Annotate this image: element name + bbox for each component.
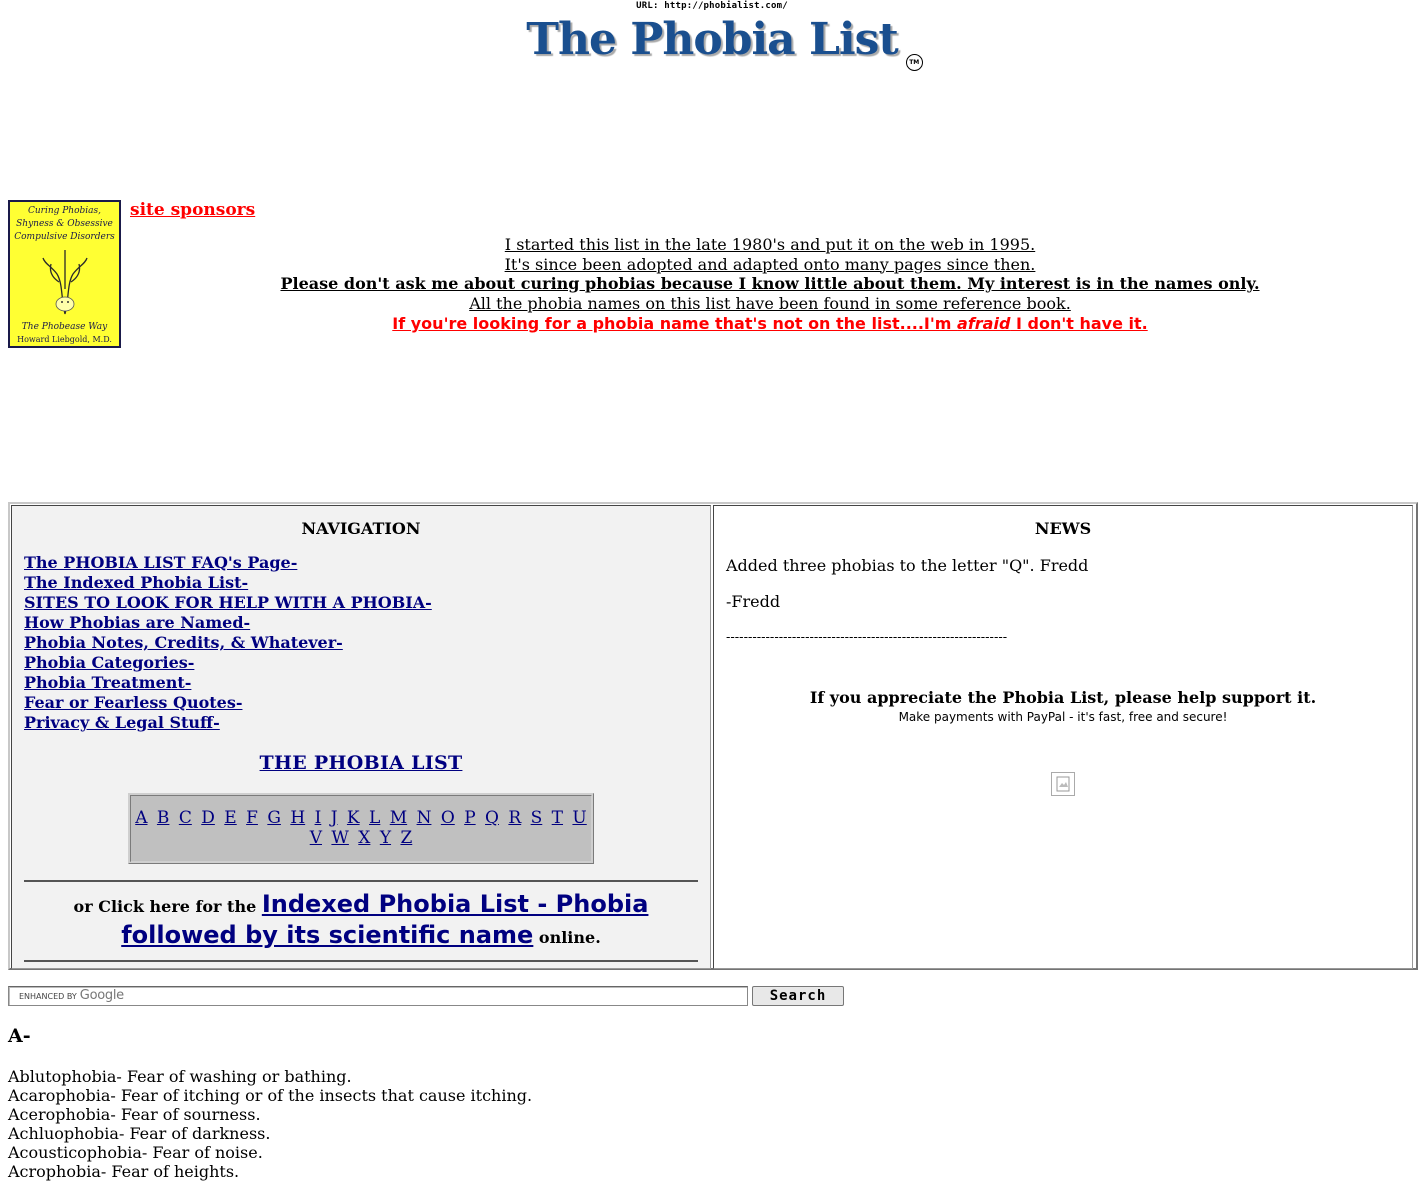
alphabet-link-p[interactable]: P: [464, 808, 475, 828]
alphabet-link-t[interactable]: T: [552, 808, 563, 828]
navigation-panel: NAVIGATION The PHOBIA LIST FAQ's Page- T…: [11, 505, 711, 969]
phobia-entry: Acousticophobia- Fear of noise.: [8, 1143, 263, 1162]
sponsor-book-ad[interactable]: Curing Phobias, Shyness & Obsessive Comp…: [8, 200, 121, 348]
alphabet-links: A B C D E F G H I J K L M N O P Q R S T …: [131, 798, 591, 859]
news-title: NEWS: [1034, 519, 1092, 538]
support-subtitle: Make payments with PayPal - it's fast, f…: [898, 710, 1228, 724]
phobia-entries: Ablutophobia- Fear of washing or bathing…: [8, 1067, 532, 1181]
alphabet-link-k[interactable]: K: [347, 808, 360, 828]
phobia-list-heading: THE PHOBIA LIST: [24, 752, 698, 774]
news-signature: -Fredd: [726, 592, 781, 611]
phobia-entry: Achluophobia- Fear of darkness.: [8, 1124, 271, 1143]
nav-link-notes-credits[interactable]: Phobia Notes, Credits, & Whatever-: [24, 633, 698, 653]
alphabet-link-a[interactable]: A: [135, 808, 147, 828]
support-title: If you appreciate the Phobia List, pleas…: [809, 688, 1317, 707]
intro-line-1: I started this list in the late 1980's a…: [504, 235, 1036, 254]
indexed-prefix: or Click here for the: [73, 897, 262, 916]
phobia-entry: Acrophobia- Fear of heights.: [8, 1162, 240, 1181]
phobia-entry: Acarophobia- Fear of itching or of the i…: [8, 1086, 533, 1105]
alphabet-link-e[interactable]: E: [224, 808, 236, 828]
site-logo: The Phobia List TM: [526, 14, 923, 71]
nav-link-privacy-legal[interactable]: Privacy & Legal Stuff-: [24, 713, 698, 733]
alphabet-link-q[interactable]: Q: [485, 808, 499, 828]
header: The Phobia List TM: [0, 14, 1424, 71]
intro-line-5-emphasis: afraid: [957, 314, 1011, 333]
alphabet-link-g[interactable]: G: [267, 808, 281, 828]
book-author: Howard Liebgold, M.D.: [17, 335, 112, 344]
intro-line-5-b: I don't have it.: [1010, 314, 1148, 333]
navigation-links: The PHOBIA LIST FAQ's Page- The Indexed …: [24, 553, 698, 733]
alphabet-link-r[interactable]: R: [508, 808, 521, 828]
broken-image-icon: [1056, 776, 1070, 792]
intro-text: I started this list in the late 1980's a…: [130, 235, 1410, 334]
book-subtitle: The Phobease Way: [21, 322, 108, 332]
book-title: Curing Phobias, Shyness & Obsessive Comp…: [14, 206, 115, 242]
intro-line-5-a: If you're looking for a phobia name that…: [392, 314, 958, 333]
alphabet-link-u[interactable]: U: [572, 808, 586, 828]
alphabet-link-w[interactable]: W: [331, 828, 348, 848]
news-item: Added three phobias to the letter "Q". F…: [726, 556, 1089, 575]
nav-link-help-sites[interactable]: SITES TO LOOK FOR HELP WITH A PHOBIA-: [24, 593, 698, 613]
search-input[interactable]: ENHANCED BY Google: [8, 985, 748, 1006]
intro-line-3: Please don't ask me about curing phobias…: [280, 274, 1260, 293]
nav-link-quotes[interactable]: Fear or Fearless Quotes-: [24, 693, 698, 713]
navigation-title: NAVIGATION: [301, 519, 421, 538]
divider: [24, 960, 698, 962]
google-search-form: ENHANCED BY Google Search: [8, 985, 844, 1006]
alphabet-link-b[interactable]: B: [157, 808, 170, 828]
site-sponsors-link[interactable]: site sponsors: [130, 200, 255, 220]
alphabet-link-o[interactable]: O: [441, 808, 455, 828]
intro-line-2: It's since been adopted and adapted onto…: [504, 254, 1036, 274]
main-table: NAVIGATION The PHOBIA LIST FAQ's Page- T…: [8, 502, 1418, 970]
alphabet-link-l[interactable]: L: [369, 808, 380, 828]
intro-line-4: All the phobia names on this list have b…: [469, 293, 1071, 313]
alphabet-link-d[interactable]: D: [201, 808, 215, 828]
intro-line-5: If you're looking for a phobia name that…: [130, 314, 1410, 334]
news-divider: ----------------------------------------…: [726, 630, 1008, 645]
alphabet-box: A B C D E F G H I J K L M N O P Q R S T …: [128, 793, 594, 864]
trademark-badge: TM: [905, 54, 923, 71]
alphabet-link-n[interactable]: N: [417, 808, 432, 828]
nav-link-categories[interactable]: Phobia Categories-: [24, 653, 698, 673]
url-text: URL: http://phobialist.com/: [636, 1, 788, 11]
logo-text: The Phobia List: [526, 14, 899, 65]
nav-link-indexed-list[interactable]: The Indexed Phobia List-: [24, 573, 698, 593]
alphabet-link-y[interactable]: Y: [380, 828, 391, 848]
nav-link-faq[interactable]: The PHOBIA LIST FAQ's Page-: [24, 553, 698, 573]
alphabet-link-z[interactable]: Z: [400, 828, 412, 848]
alphabet-link-j[interactable]: J: [331, 808, 338, 828]
paypal-donate-image-icon[interactable]: [1051, 772, 1075, 796]
alphabet-link-s[interactable]: S: [531, 808, 543, 828]
alphabet-link-x[interactable]: X: [358, 828, 370, 848]
letter-heading: A-: [8, 1025, 31, 1047]
search-placeholder-prefix: ENHANCED BY: [19, 991, 77, 1001]
divider: [24, 880, 698, 882]
phobia-entry: Acerophobia- Fear of sourness.: [8, 1105, 261, 1124]
alphabet-link-m[interactable]: M: [390, 808, 407, 828]
news-body: Added three phobias to the letter "Q". F…: [726, 556, 1400, 611]
news-panel: NEWS Added three phobias to the letter "…: [713, 505, 1413, 969]
alphabet-link-f[interactable]: F: [246, 808, 258, 828]
phobia-list-link[interactable]: THE PHOBIA LIST: [260, 752, 463, 774]
tree-illustration-icon: [41, 250, 88, 315]
indexed-list-callout: or Click here for the Indexed Phobia Lis…: [24, 890, 698, 952]
nav-link-treatment[interactable]: Phobia Treatment-: [24, 673, 698, 693]
nav-link-how-named[interactable]: How Phobias are Named-: [24, 613, 698, 633]
alphabet-link-v[interactable]: V: [310, 828, 322, 848]
alphabet-link-c[interactable]: C: [179, 808, 192, 828]
alphabet-link-h[interactable]: H: [290, 808, 305, 828]
indexed-suffix: online.: [533, 928, 601, 947]
search-button[interactable]: Search: [752, 985, 844, 1006]
search-placeholder-brand: Google: [79, 987, 124, 1003]
alphabet-link-i[interactable]: I: [315, 808, 322, 828]
phobia-entry: Ablutophobia- Fear of washing or bathing…: [8, 1067, 352, 1086]
